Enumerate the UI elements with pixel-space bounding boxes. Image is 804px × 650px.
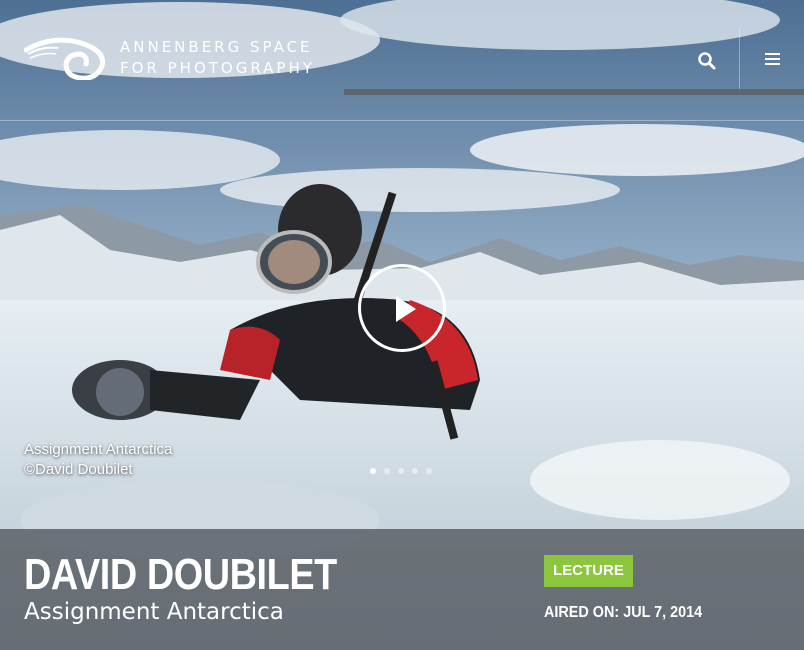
search-icon [698,52,716,70]
logo-line-2: FOR PHOTOGRAPHY [120,59,315,77]
event-info-bar: DAVID DOUBILET Assignment Antarctica LEC… [0,529,804,650]
annenberg-swirl-logo-icon [24,37,106,80]
site-logo[interactable]: ANNENBERG SPACE FOR PHOTOGRAPHY [24,36,315,80]
caption-title: Assignment Antarctica [24,441,173,458]
aired-date: AIRED ON: JUL 7, 2014 [544,604,703,621]
play-icon [396,296,416,322]
carousel-dot[interactable] [384,468,390,474]
menu-button[interactable] [760,50,786,72]
play-video-button[interactable] [358,264,446,352]
logo-line-1: ANNENBERG SPACE [120,38,313,56]
carousel-dot[interactable] [398,468,404,474]
site-header: ANNENBERG SPACE FOR PHOTOGRAPHY [0,0,804,121]
caption-credit: ©David Doubilet [24,461,133,478]
event-subtitle: Assignment Antarctica [24,599,284,625]
hamburger-menu-icon [760,53,786,65]
header-divider [739,28,740,92]
event-type-badge: LECTURE [544,555,633,587]
event-title[interactable]: DAVID DOUBILET [24,551,337,599]
carousel-dots [370,468,440,474]
carousel-dot[interactable] [412,468,418,474]
carousel-dot[interactable] [426,468,432,474]
photo-caption: Assignment Antarctica ©David Doubilet [24,440,172,480]
carousel-dot[interactable] [370,468,376,474]
logo-text: ANNENBERG SPACE FOR PHOTOGRAPHY [120,37,315,79]
slide-progress-bar [344,89,804,95]
search-button[interactable] [694,48,720,74]
